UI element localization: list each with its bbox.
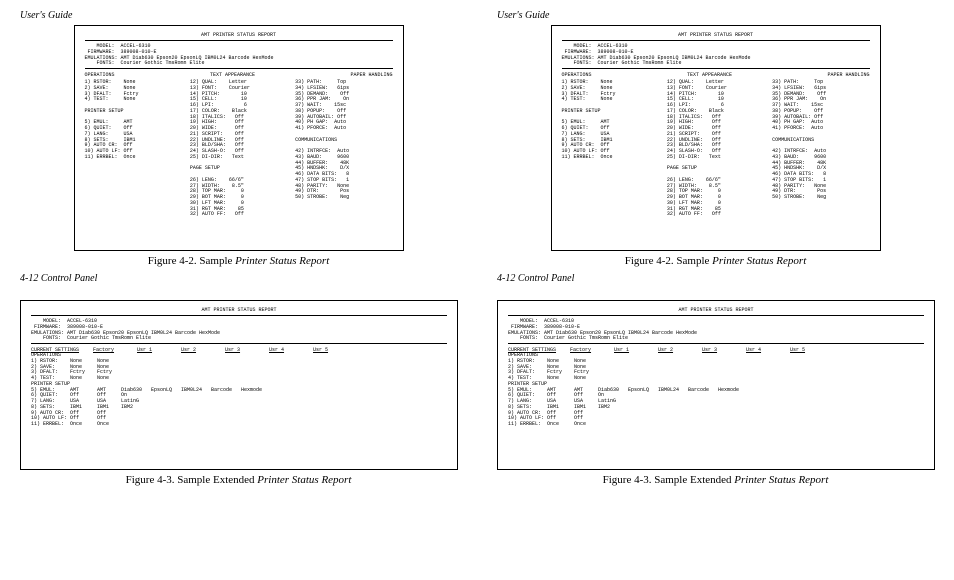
report-col-2: 12) QUAL: Letter 13) FONT: Courier 14) P… <box>190 80 287 218</box>
rule <box>85 68 393 69</box>
col-usr2: Usr 2 <box>181 347 211 353</box>
col-usr5: Usr 5 <box>790 347 820 353</box>
ext-rows-2: 5) EMUL: AMT AMT Diab630 EpsonLQ IBM0L24… <box>508 388 924 428</box>
figure-4-2-caption: Figure 4-2. Sample Printer Status Report <box>497 255 934 267</box>
col-factory: Factory <box>570 347 600 353</box>
page-top-right: User's Guide AMT PRINTER STATUS REPORT M… <box>477 0 954 290</box>
caption-em: Printer Status Report <box>734 474 828 486</box>
figure-4-3-box: AMT PRINTER STATUS REPORT MODEL: ACCEL-6… <box>497 300 935 470</box>
caption-text: Figure 4-2. Sample <box>625 255 712 267</box>
caption-text: Figure 4-3. Sample Extended <box>603 474 735 486</box>
report-header-block: MODEL: ACCEL-6310 FIRMWARE: 389008-010-E… <box>562 44 870 67</box>
figure-4-3-caption: Figure 4-3. Sample Extended Printer Stat… <box>20 474 457 486</box>
hdr-paper-handling: PAPER HANDLING <box>827 72 869 78</box>
rule <box>508 343 924 344</box>
page-bottom-right: AMT PRINTER STATUS REPORT MODEL: ACCEL-6… <box>477 290 954 580</box>
document-spread: User's Guide AMT PRINTER STATUS REPORT M… <box>0 0 954 580</box>
figure-4-3-box: AMT PRINTER STATUS REPORT MODEL: ACCEL-6… <box>20 300 458 470</box>
col-usr3: Usr 3 <box>225 347 255 353</box>
col-usr3: Usr 3 <box>702 347 732 353</box>
col-usr4: Usr 4 <box>746 347 776 353</box>
page-top-left: User's Guide AMT PRINTER STATUS REPORT M… <box>0 0 477 290</box>
section-headers: OPERATIONS TEXT APPEARANCE PAPER HANDLIN… <box>562 72 870 78</box>
col-usr1: Usr 1 <box>137 347 167 353</box>
report-title: AMT PRINTER STATUS REPORT <box>508 307 924 313</box>
hdr-operations: OPERATIONS <box>85 72 115 78</box>
running-header: User's Guide <box>497 10 934 21</box>
figure-4-2-box: AMT PRINTER STATUS REPORT MODEL: ACCEL-6… <box>551 25 881 251</box>
caption-em: Printer Status Report <box>257 474 351 486</box>
rule <box>31 343 447 344</box>
section-headers: OPERATIONS TEXT APPEARANCE PAPER HANDLIN… <box>85 72 393 78</box>
col-usr4: Usr 4 <box>269 347 299 353</box>
report-col-1: 1) RSTOR: None 2) SAVE: None 3) DFALT: F… <box>85 80 182 218</box>
report-columns: 1) RSTOR: None 2) SAVE: None 3) DFALT: F… <box>562 80 870 218</box>
report-title: AMT PRINTER STATUS REPORT <box>562 32 870 38</box>
report-col-3: 33) PATH: Top 34) LFSIEW: 6ips 35) DEMAN… <box>772 80 869 218</box>
caption-text: Figure 4-2. Sample <box>148 255 235 267</box>
report-header-block: MODEL: ACCEL-6310 FIRMWARE: 389008-010-E… <box>508 319 924 342</box>
rule <box>562 68 870 69</box>
col-usr5: Usr 5 <box>313 347 343 353</box>
report-col-2: 12) QUAL: Letter 13) FONT: Courier 14) P… <box>667 80 764 218</box>
report-title: AMT PRINTER STATUS REPORT <box>31 307 447 313</box>
caption-em: Printer Status Report <box>235 255 329 267</box>
hdr-text-appearance: TEXT APPEARANCE <box>210 72 255 78</box>
hdr-text-appearance: TEXT APPEARANCE <box>687 72 732 78</box>
figure-4-3-caption: Figure 4-3. Sample Extended Printer Stat… <box>497 474 934 486</box>
col-usr2: Usr 2 <box>658 347 688 353</box>
rule <box>85 40 393 41</box>
report-col-1: 1) RSTOR: None 2) SAVE: None 3) DFALT: F… <box>562 80 659 218</box>
figure-4-2-caption: Figure 4-2. Sample Printer Status Report <box>20 255 457 267</box>
caption-text: Figure 4-3. Sample Extended <box>126 474 258 486</box>
report-header-block: MODEL: ACCEL-6310 FIRMWARE: 389008-010-E… <box>85 44 393 67</box>
hdr-operations: OPERATIONS <box>562 72 592 78</box>
page-bottom-left: AMT PRINTER STATUS REPORT MODEL: ACCEL-6… <box>0 290 477 580</box>
ext-rows-1: 1) RSTOR: None None 2) SAVE: None None 3… <box>508 359 924 382</box>
rule <box>31 315 447 316</box>
report-title: AMT PRINTER STATUS REPORT <box>85 32 393 38</box>
col-usr1: Usr 1 <box>614 347 644 353</box>
ext-rows-2: 5) EMUL: AMT AMT Diab630 EpsonLQ IBM0L24… <box>31 388 447 428</box>
running-footer: 4-12 Control Panel <box>20 273 97 284</box>
hdr-paper-handling: PAPER HANDLING <box>350 72 392 78</box>
report-header-block: MODEL: ACCEL-6310 FIRMWARE: 389008-010-E… <box>31 319 447 342</box>
rule <box>508 315 924 316</box>
caption-em: Printer Status Report <box>712 255 806 267</box>
col-factory: Factory <box>93 347 123 353</box>
figure-4-2-box: AMT PRINTER STATUS REPORT MODEL: ACCEL-6… <box>74 25 404 251</box>
running-header: User's Guide <box>20 10 457 21</box>
running-footer: 4-12 Control Panel <box>497 273 574 284</box>
ext-rows-1: 1) RSTOR: None None 2) SAVE: None None 3… <box>31 359 447 382</box>
report-col-3: 33) PATH: Top 34) LFSIEW: 6ips 35) DEMAN… <box>295 80 392 218</box>
rule <box>562 40 870 41</box>
report-columns: 1) RSTOR: None 2) SAVE: None 3) DFALT: F… <box>85 80 393 218</box>
